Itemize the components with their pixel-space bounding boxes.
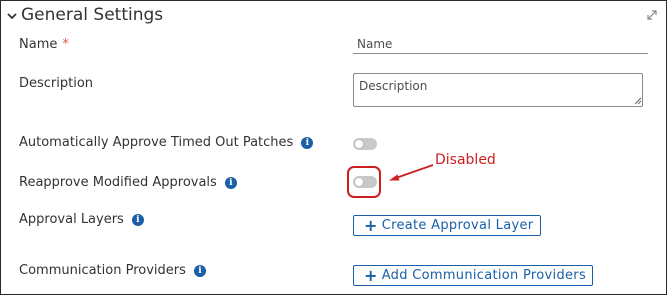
info-icon[interactable]: i — [131, 213, 144, 226]
expand-icon[interactable] — [646, 9, 658, 21]
toggle-knob — [354, 139, 364, 149]
annotation-arrow-icon — [389, 164, 434, 181]
auto-approve-label-text: Automatically Approve Timed Out Patches — [19, 135, 294, 150]
communication-providers-label-text: Communication Providers — [19, 263, 186, 278]
panel-title: General Settings — [21, 5, 164, 25]
auto-approve-label: Automatically Approve Timed Out Patches … — [19, 135, 314, 150]
add-communication-providers-button[interactable]: + Add Communication Providers — [353, 265, 593, 286]
plus-icon: + — [364, 215, 378, 235]
name-label-text: Name — [19, 37, 58, 52]
create-approval-layer-label: Create Approval Layer — [381, 218, 534, 233]
name-label: Name * — [19, 37, 69, 52]
general-settings-panel: General Settings Name * Description Auto… — [0, 0, 667, 295]
name-input[interactable] — [353, 35, 648, 54]
info-icon[interactable]: i — [193, 264, 206, 277]
description-label: Description — [19, 76, 94, 91]
info-icon[interactable]: i — [224, 176, 237, 189]
approval-layers-label-text: Approval Layers — [19, 212, 124, 227]
reapprove-label-text: Reapprove Modified Approvals — [19, 175, 217, 190]
annotation-highlight-box — [347, 166, 381, 198]
plus-icon: + — [364, 265, 378, 285]
reapprove-label: Reapprove Modified Approvals i — [19, 175, 237, 190]
approval-layers-label: Approval Layers i — [19, 212, 144, 227]
create-approval-layer-button[interactable]: + Create Approval Layer — [353, 215, 541, 236]
description-textarea[interactable] — [353, 73, 643, 107]
communication-providers-label: Communication Providers i — [19, 263, 206, 278]
auto-approve-toggle[interactable] — [353, 138, 377, 150]
annotation-disabled-text: Disabled — [435, 152, 496, 168]
add-communication-providers-label: Add Communication Providers — [381, 268, 587, 283]
resize-grip-icon[interactable] — [634, 97, 642, 105]
info-icon[interactable]: i — [301, 136, 314, 149]
chevron-down-icon[interactable] — [6, 10, 18, 22]
required-marker: * — [62, 37, 69, 52]
